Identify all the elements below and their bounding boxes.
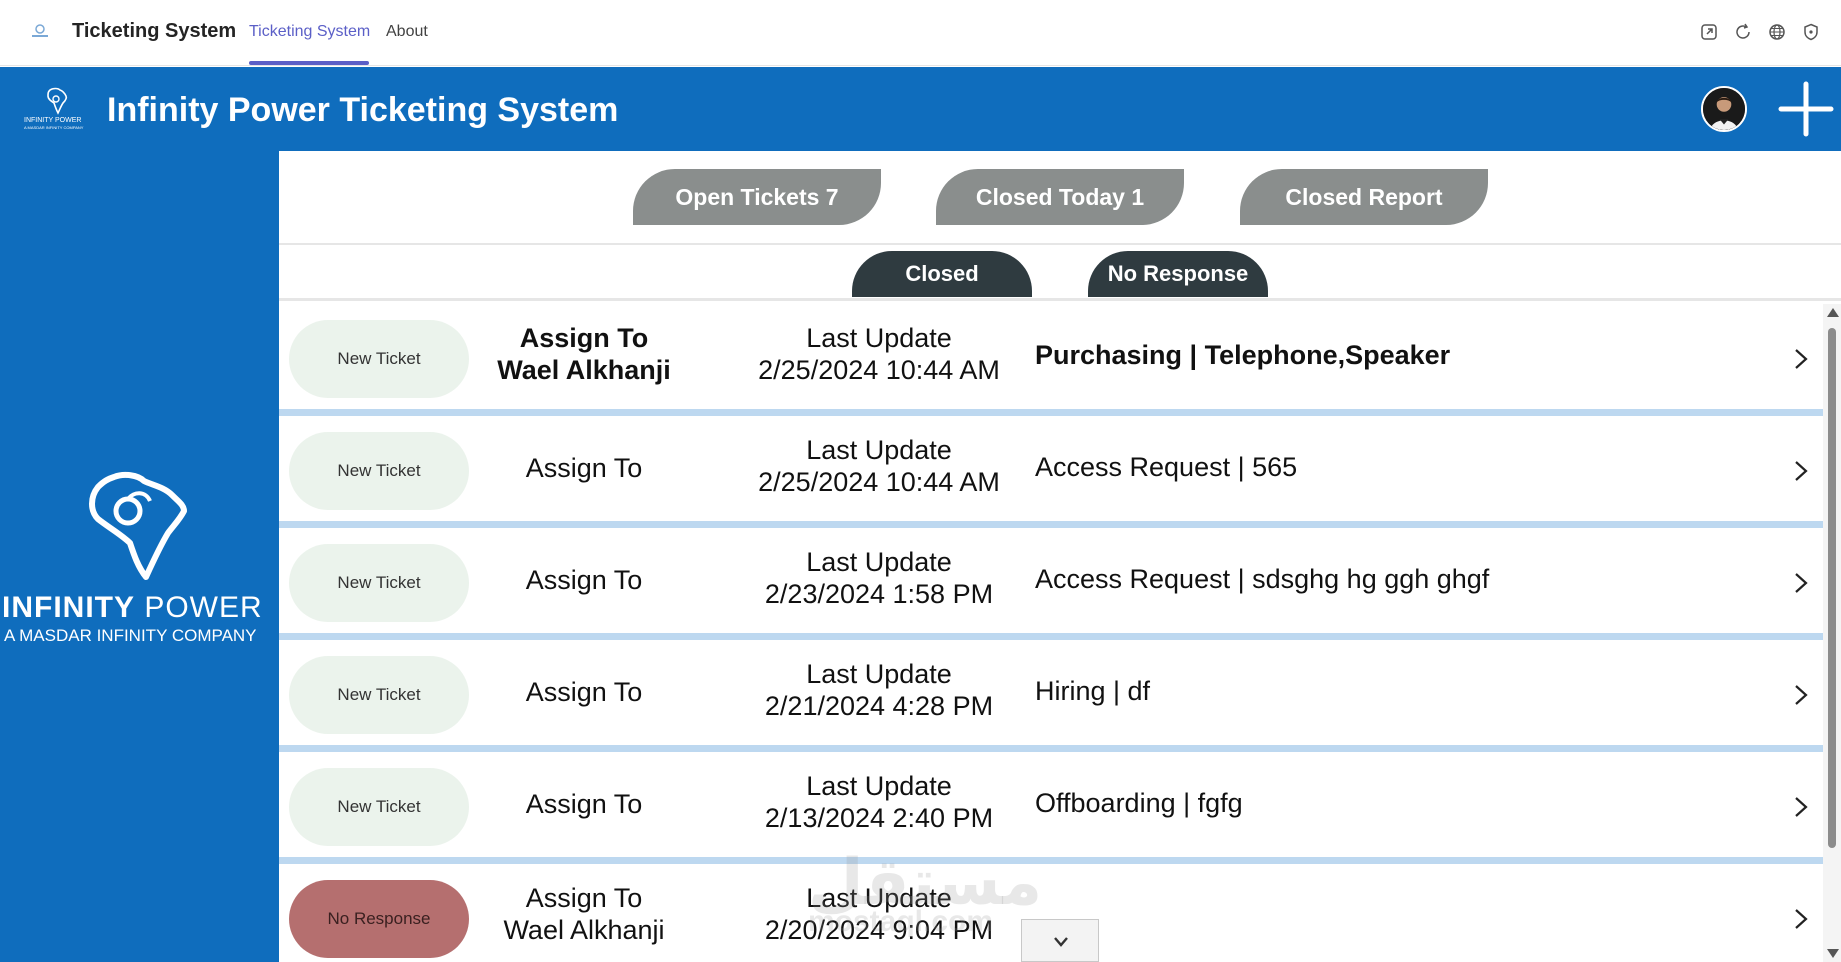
app-top-bar: Ticketing System Ticketing System About (0, 0, 1841, 66)
row-separator (279, 521, 1823, 528)
assignee-name: Wael Alkhanji (503, 915, 665, 945)
chevron-down-icon (1054, 937, 1068, 947)
refresh-icon[interactable] (1733, 22, 1753, 42)
avatar[interactable] (1701, 86, 1747, 132)
row-separator (279, 633, 1823, 640)
chevron-right-icon[interactable] (1792, 794, 1810, 820)
last-update-label: Last Update (806, 323, 952, 353)
ticket-subject: Hiring | df (1035, 676, 1151, 706)
africa-logo-icon (47, 87, 68, 115)
africa-brand-icon (89, 471, 187, 580)
scroll-down-arrow-icon[interactable] (1827, 949, 1839, 958)
last-update-cell: Last Update 2/20/2024 9:04 PM (719, 882, 1039, 946)
scroll-up-arrow-icon[interactable] (1827, 308, 1839, 317)
no-response-filter-button[interactable]: No Response (1088, 251, 1268, 297)
ticket-row[interactable]: New Ticket Assign To Last Update 2/25/20… (279, 416, 1823, 528)
last-update-label: Last Update (806, 659, 952, 689)
last-update-value: 2/25/2024 10:44 AM (758, 467, 1000, 497)
assign-label: Assign To (525, 677, 643, 707)
assign-cell: Assign To (439, 788, 729, 820)
assign-cell: Assign To Wael Alkhanji (439, 322, 729, 386)
logo-subtext: A MASDAR INFINITY COMPANY (24, 125, 84, 130)
ticket-subject: Purchasing | Telephone,Speaker (1035, 340, 1451, 370)
assign-cell: Assign To (439, 676, 729, 708)
ticket-subject: Access Request | 565 (1035, 452, 1298, 482)
last-update-label: Last Update (806, 547, 952, 577)
header-logo: INFINITY POWER A MASDAR INFINITY COMPANY (22, 87, 94, 133)
list-scrollbar[interactable] (1823, 304, 1841, 962)
popout-icon[interactable] (1699, 22, 1719, 42)
divider (279, 298, 1841, 301)
chevron-right-icon[interactable] (1792, 346, 1810, 372)
assign-cell: Assign To Wael Alkhanji (439, 882, 729, 946)
brand-subtitle: A MASDAR INFINITY COMPANY (4, 626, 257, 645)
assign-cell: Assign To (439, 452, 729, 484)
brand-name: INFINITY POWER (2, 591, 263, 624)
active-tab-indicator (249, 61, 369, 65)
chevron-right-icon[interactable] (1792, 570, 1810, 596)
last-update-cell: Last Update 2/25/2024 10:44 AM (719, 322, 1039, 386)
closed-today-button[interactable]: Closed Today 1 (936, 169, 1184, 225)
logo-text: INFINITY POWER (24, 117, 82, 124)
row-separator (279, 409, 1823, 416)
last-update-value: 2/21/2024 4:28 PM (764, 691, 994, 721)
ticket-list: New Ticket Assign To Wael Alkhanji Last … (279, 304, 1823, 962)
chevron-right-icon[interactable] (1792, 682, 1810, 708)
last-update-label: Last Update (806, 771, 952, 801)
closed-report-button[interactable]: Closed Report (1240, 169, 1488, 225)
ticket-row[interactable]: New Ticket Assign To Last Update 2/23/20… (279, 528, 1823, 640)
ticket-subject: Access Request | sdsghg hg ggh ghgf (1035, 564, 1490, 594)
ticket-subject: Offboarding | fgfg (1035, 788, 1243, 818)
last-update-cell: Last Update 2/21/2024 4:28 PM (719, 658, 1039, 722)
app-logo-icon (32, 24, 48, 37)
divider (279, 243, 1841, 245)
last-update-label: Last Update (806, 883, 952, 913)
last-update-cell: Last Update 2/23/2024 1:58 PM (719, 546, 1039, 610)
last-update-cell: Last Update 2/13/2024 2:40 PM (719, 770, 1039, 834)
row-separator (279, 857, 1823, 864)
closed-filter-button[interactable]: Closed (852, 251, 1032, 297)
assign-label: Assign To (519, 323, 649, 353)
last-update-cell: Last Update 2/25/2024 10:44 AM (719, 434, 1039, 498)
ticket-row[interactable]: New Ticket Assign To Last Update 2/21/20… (279, 640, 1823, 752)
header-bar: INFINITY POWER A MASDAR INFINITY COMPANY… (0, 67, 1841, 151)
sidebar: INFINITY POWER A MASDAR INFINITY COMPANY (0, 151, 279, 962)
last-update-label: Last Update (806, 435, 952, 465)
add-ticket-button[interactable] (1777, 80, 1835, 138)
ticket-row[interactable]: New Ticket Assign To Last Update 2/13/20… (279, 752, 1823, 864)
scroll-thumb[interactable] (1828, 328, 1836, 848)
last-update-value: 2/25/2024 10:44 AM (758, 355, 1000, 385)
page-title: Infinity Power Ticketing System (107, 91, 619, 129)
app-title: Ticketing System (72, 20, 237, 42)
expand-list-button[interactable] (1021, 919, 1099, 962)
tab-about[interactable]: About (386, 23, 428, 41)
globe-icon[interactable] (1767, 22, 1787, 42)
assignee-name: Wael Alkhanji (497, 355, 671, 385)
assign-label: Assign To (525, 565, 643, 595)
tab-ticketing-system[interactable]: Ticketing System (249, 23, 370, 41)
ticket-row[interactable]: New Ticket Assign To Wael Alkhanji Last … (279, 304, 1823, 416)
chevron-right-icon[interactable] (1792, 906, 1810, 932)
open-tickets-button[interactable]: Open Tickets 7 (633, 169, 881, 225)
last-update-value: 2/20/2024 9:04 PM (764, 915, 994, 945)
assign-label: Assign To (525, 453, 643, 483)
row-separator (279, 745, 1823, 752)
assign-label: Assign To (525, 789, 643, 819)
shield-icon[interactable] (1801, 22, 1821, 42)
last-update-value: 2/23/2024 1:58 PM (764, 579, 994, 609)
user-avatar-icon (1703, 88, 1745, 130)
assign-cell: Assign To (439, 564, 729, 596)
chevron-right-icon[interactable] (1792, 458, 1810, 484)
assign-label: Assign To (525, 883, 643, 913)
last-update-value: 2/13/2024 2:40 PM (764, 803, 994, 833)
